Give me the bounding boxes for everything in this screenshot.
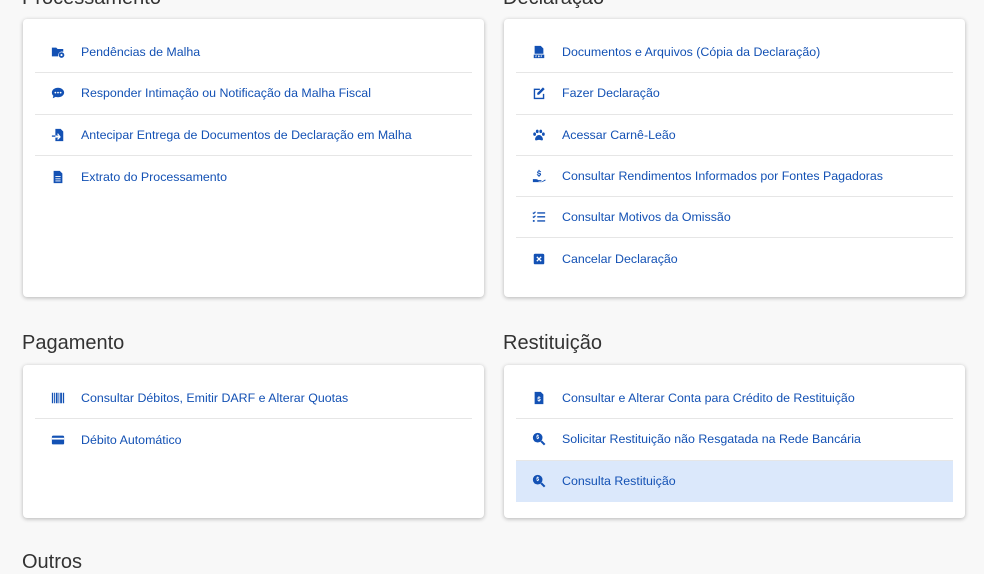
declaracao-card: Documentos e Arquivos (Cópia da Declaraç… xyxy=(504,19,965,297)
item-label: Acessar Carnê-Leão xyxy=(562,127,676,142)
section-title-declaracao: Declaração xyxy=(503,0,604,10)
file-lines-icon xyxy=(35,170,81,184)
link-consulta-restituicao[interactable]: Consulta Restituição xyxy=(516,460,953,502)
item-label: Consulta Restituição xyxy=(562,474,676,489)
search-dollar-icon xyxy=(516,474,562,488)
item-label: Antecipar Entrega de Documentos de Decla… xyxy=(81,127,412,142)
file-import-icon xyxy=(35,128,81,142)
link-consultar-debitos[interactable]: Consultar Débitos, Emitir DARF e Alterar… xyxy=(35,378,472,420)
section-title-restituicao: Restituição xyxy=(503,332,602,354)
link-solicitar-restituicao[interactable]: Solicitar Restituição não Resgatada na R… xyxy=(516,419,953,461)
processamento-card: Pendências de Malha Responder Intimação … xyxy=(23,19,484,297)
item-label: Cancelar Declaração xyxy=(562,252,678,267)
comment-dots-icon xyxy=(35,86,81,100)
link-consultar-rendimentos[interactable]: Consultar Rendimentos Informados por Fon… xyxy=(516,156,953,198)
link-documentos-e-arquivos[interactable]: Documentos e Arquivos (Cópia da Declaraç… xyxy=(516,32,953,74)
section-title-outros: Outros xyxy=(22,551,83,573)
item-label: Débito Automático xyxy=(81,432,182,447)
folder-gear-icon xyxy=(35,45,81,59)
section-title-pagamento: Pagamento xyxy=(22,332,125,354)
barcode-icon xyxy=(35,391,81,405)
section-title-processamento: Processamento xyxy=(22,0,161,10)
pagamento-card: Consultar Débitos, Emitir DARF e Alterar… xyxy=(23,365,484,518)
link-extrato-do-processamento[interactable]: Extrato do Processamento xyxy=(35,156,472,197)
link-debito-automatico[interactable]: Débito Automático xyxy=(35,419,472,460)
credit-card-icon xyxy=(35,433,81,447)
file-invoice-dollar-icon xyxy=(516,391,562,405)
paw-icon xyxy=(516,128,562,142)
link-pendencias-de-malha[interactable]: Pendências de Malha xyxy=(35,32,472,74)
item-label: Documentos e Arquivos (Cópia da Declaraç… xyxy=(562,45,821,60)
item-label: Consultar e Alterar Conta para Crédito d… xyxy=(562,391,855,406)
item-label: Consultar Débitos, Emitir DARF e Alterar… xyxy=(81,391,349,406)
item-label: Solicitar Restituição não Resgatada na R… xyxy=(562,432,861,447)
list-check-icon xyxy=(516,210,562,224)
item-label: Pendências de Malha xyxy=(81,45,201,60)
file-pdf-icon xyxy=(516,45,562,59)
hand-holding-dollar-icon xyxy=(516,169,562,183)
restituicao-card: Consultar e Alterar Conta para Crédito d… xyxy=(504,365,965,518)
edit-icon xyxy=(516,86,562,100)
item-label: Extrato do Processamento xyxy=(81,169,228,184)
item-label: Responder Intimação ou Notificação da Ma… xyxy=(81,86,371,101)
link-cancelar-declaracao[interactable]: Cancelar Declaração xyxy=(516,238,953,279)
link-consultar-alterar-conta[interactable]: Consultar e Alterar Conta para Crédito d… xyxy=(516,378,953,420)
link-consultar-motivos-omissao[interactable]: Consultar Motivos da Omissão xyxy=(516,197,953,239)
link-antecipar-entrega[interactable]: Antecipar Entrega de Documentos de Decla… xyxy=(35,115,472,156)
link-responder-intimacao[interactable]: Responder Intimação ou Notificação da Ma… xyxy=(35,73,472,115)
item-label: Fazer Declaração xyxy=(562,86,660,101)
item-label: Consultar Motivos da Omissão xyxy=(562,210,731,225)
link-acessar-carne-leao[interactable]: Acessar Carnê-Leão xyxy=(516,115,953,156)
item-label: Consultar Rendimentos Informados por Fon… xyxy=(562,169,883,184)
square-xmark-icon xyxy=(516,252,562,266)
link-fazer-declaracao[interactable]: Fazer Declaração xyxy=(516,73,953,115)
search-dollar-icon xyxy=(516,432,562,446)
